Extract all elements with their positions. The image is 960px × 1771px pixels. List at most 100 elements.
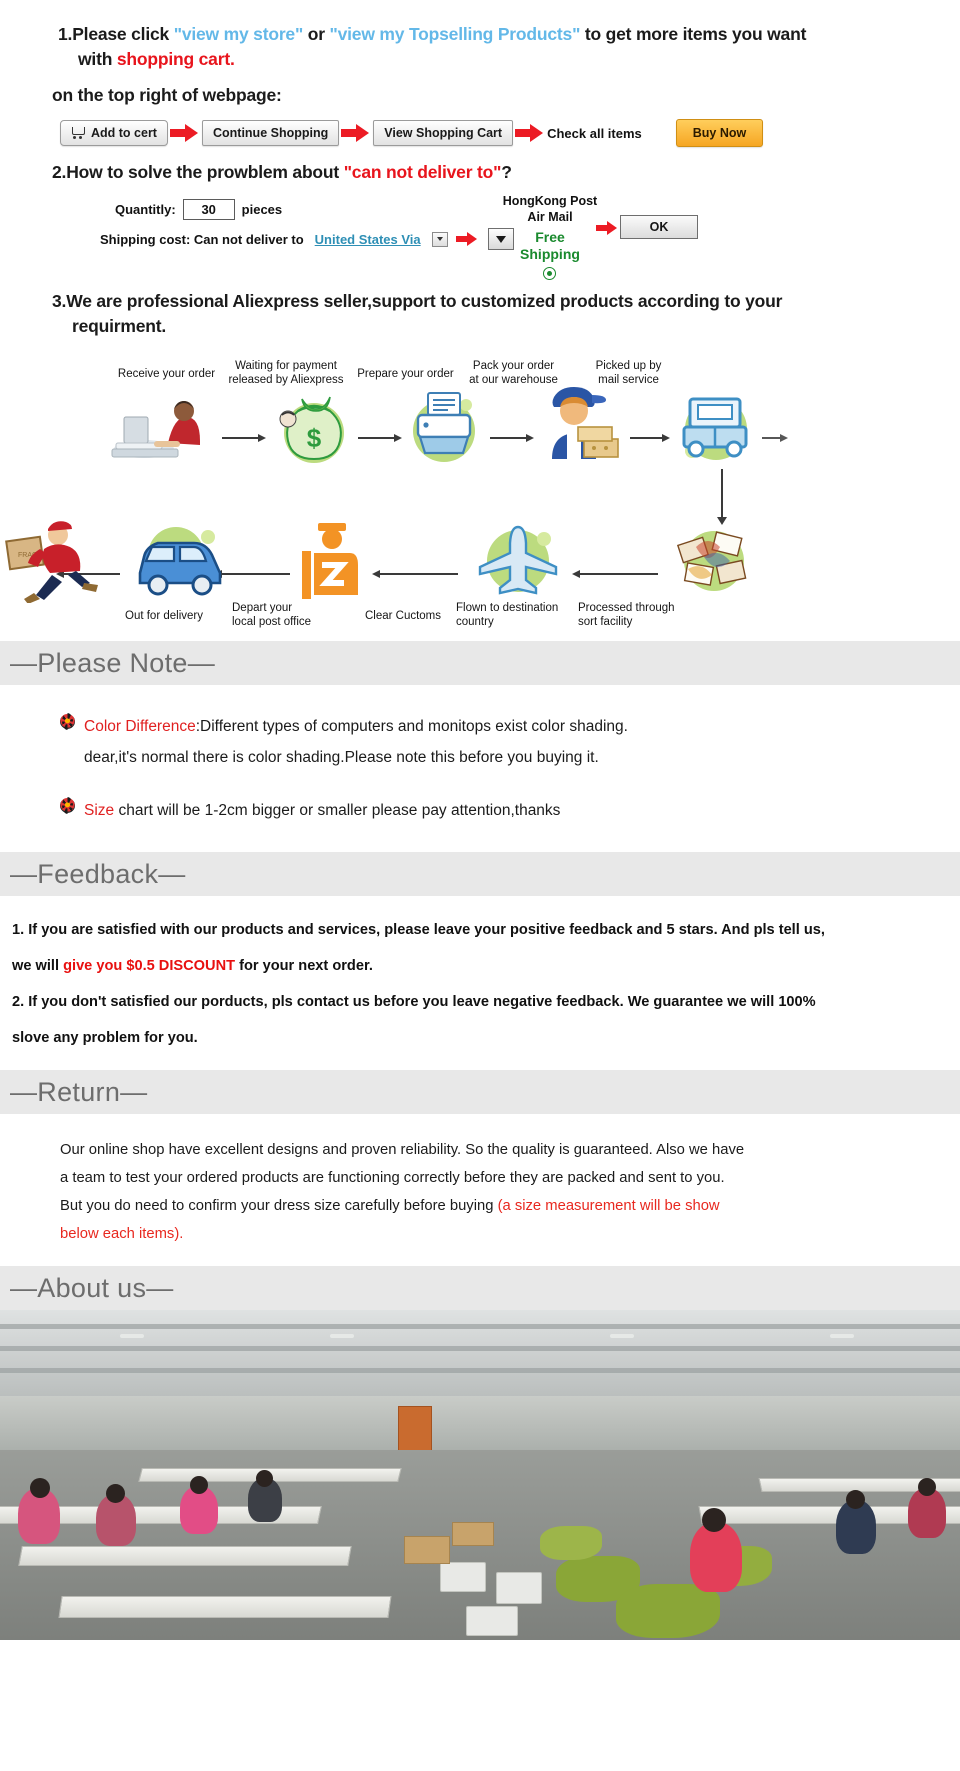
- factory-wall: [0, 1396, 960, 1454]
- check-all-items-label: Check all items: [547, 125, 642, 141]
- storage-bin: [440, 1562, 486, 1592]
- worker-head: [30, 1478, 50, 1498]
- person-at-computer-icon: [110, 393, 220, 461]
- flow-label-text: Out for delivery: [125, 610, 203, 622]
- red-arrow-icon-5: [595, 221, 621, 235]
- return-line-1: Our online shop have excellent designs a…: [60, 1142, 745, 1158]
- note-body: Color Difference:Different types of comp…: [84, 711, 628, 773]
- feedback-line-4: slove any problem for you.: [12, 1030, 198, 1046]
- sewing-table: [58, 1596, 392, 1618]
- worker-head: [106, 1484, 125, 1503]
- red-arrow-icon-4: [455, 232, 481, 246]
- about-us-title: —About us—: [10, 1272, 174, 1303]
- view-my-store-link[interactable]: "view my store": [174, 24, 304, 44]
- ceiling-beam: [0, 1346, 960, 1351]
- instruction-1-pre: 1.Please click: [58, 24, 174, 44]
- ok-button[interactable]: OK: [620, 215, 698, 239]
- red-arrow-icon-3: [513, 124, 547, 142]
- quantity-input[interactable]: 30: [182, 199, 235, 220]
- ceiling-beam: [0, 1368, 960, 1373]
- deliver-heading: 2.How to solve the prowblem about "can n…: [0, 160, 960, 185]
- flow-label-text-2: country: [456, 616, 494, 628]
- please-note-title: —Please Note—: [10, 647, 215, 678]
- fabric-pile: [616, 1584, 720, 1638]
- ceiling-lamp: [120, 1334, 144, 1338]
- flow-label-text: Clear Cuctoms: [364, 610, 442, 622]
- instruction-line-1: 1.Please click "view my store" or "view …: [0, 22, 960, 47]
- flow-label-receive-order: Receive your order: [104, 367, 229, 381]
- sewing-table: [18, 1546, 352, 1566]
- blue-van-icon: [130, 523, 230, 599]
- add-to-cart-button[interactable]: Add to cert: [60, 120, 168, 146]
- return-title: —Return—: [10, 1076, 148, 1107]
- section-banner-return: —Return—: [0, 1070, 960, 1114]
- view-topselling-products-link[interactable]: "view my Topselling Products": [330, 24, 581, 44]
- size-label: Size: [84, 802, 115, 819]
- money-bag-icon: $: [268, 389, 354, 465]
- size-measurement-note: (a size measurement will be show: [497, 1198, 720, 1214]
- red-arrow-icon-2: [339, 124, 373, 142]
- customs-officer-icon: [300, 521, 374, 601]
- instructions-section: 1.Please click "view my store" or "view …: [0, 0, 960, 339]
- view-shopping-cart-button[interactable]: View Shopping Cart: [373, 120, 514, 146]
- checkout-steps-strip: Add to cert Continue Shopping View Shopp…: [0, 117, 960, 149]
- section-banner-please-note: —Please Note—: [0, 641, 960, 685]
- storage-bin: [496, 1572, 542, 1604]
- return-content: Our online shop have excellent designs a…: [0, 1114, 960, 1266]
- country-select-link[interactable]: United States Via: [311, 232, 425, 247]
- flow-arrow-right-1: [222, 433, 266, 443]
- flow-arrow-left-1: [572, 569, 658, 579]
- worker-head: [190, 1476, 208, 1494]
- flow-label-waiting-payment: Waiting for payment released by Aliexpre…: [222, 359, 350, 387]
- mail-sorting-icon: [668, 523, 760, 599]
- ceiling-lamp: [330, 1334, 354, 1338]
- ceiling-lamp: [610, 1334, 634, 1338]
- red-arrow-icon-1: [168, 124, 202, 142]
- free-shipping-line-2: Shipping: [520, 246, 580, 262]
- deliver-heading-post: ?: [501, 162, 512, 182]
- shipping-cost-row: Shipping cost: Can not deliver to United…: [100, 228, 514, 250]
- flow-label-pack-order: Pack your order at our warehouse: [456, 359, 571, 387]
- feedback-line-2: we will give you $0.5 DISCOUNT for your …: [12, 948, 948, 984]
- return-line-3: But you do need to confirm your dress si…: [60, 1192, 850, 1220]
- feedback-line-2-post: for your next order.: [235, 958, 373, 974]
- flow-label-clear-customs: Clear Cuctoms: [348, 609, 458, 623]
- packer-worker-icon: [536, 385, 624, 465]
- color-difference-label: Color Difference: [84, 718, 196, 735]
- free-shipping-radio[interactable]: [543, 267, 556, 280]
- instruction-1-mid: or: [303, 24, 330, 44]
- continue-shopping-button[interactable]: Continue Shopping: [201, 120, 340, 146]
- deliver-to-panel: Quantitly: 30 pieces Shipping cost: Can …: [0, 191, 960, 283]
- quantity-label: Quantitly:: [115, 202, 176, 217]
- flow-arrow-down-1: [717, 469, 727, 525]
- feedback-content: 1. If you are satisfied with our product…: [0, 896, 960, 1070]
- cart-icon: [71, 126, 86, 140]
- flow-label-text-2: local post office: [232, 616, 312, 628]
- flow-label-text: Receive your order: [117, 368, 216, 380]
- buy-now-button[interactable]: Buy Now: [675, 119, 764, 147]
- flow-label-sort-facility: Processed through sort facility: [578, 601, 696, 629]
- flow-label-depart-post-office: Depart your local post office: [232, 601, 342, 629]
- color-difference-text: :Different types of computers and monito…: [195, 718, 628, 735]
- note-body: Size chart will be 1-2cm bigger or small…: [84, 795, 560, 826]
- return-line-4: below each items).: [60, 1226, 184, 1242]
- flow-label-out-for-delivery: Out for delivery: [104, 609, 224, 623]
- carrier-line-2: Air Mail: [527, 210, 573, 224]
- svg-text:$: $: [307, 423, 322, 453]
- feedback-line-1: 1. If you are satisfied with our product…: [12, 922, 825, 938]
- quantity-row: Quantitly: 30 pieces: [115, 199, 282, 220]
- please-note-content: Color Difference:Different types of comp…: [0, 685, 960, 852]
- deliver-heading-pre: 2.How to solve the prowblem about: [52, 162, 344, 182]
- carrier-name: HongKong Post Air Mail: [490, 193, 610, 225]
- worker: [690, 1522, 742, 1592]
- worker-head: [846, 1490, 865, 1509]
- worker-head: [918, 1478, 936, 1496]
- country-dropdown-icon[interactable]: [431, 231, 448, 247]
- pieces-label: pieces: [241, 202, 283, 217]
- instruction-1-post: to get more items you want: [580, 24, 807, 44]
- fabric-pile: [540, 1526, 602, 1560]
- flow-arrow-left-2: [372, 569, 458, 579]
- note-item-size: Size chart will be 1-2cm bigger or small…: [60, 795, 960, 826]
- factory-photo: [0, 1310, 960, 1640]
- worker-head: [702, 1508, 726, 1532]
